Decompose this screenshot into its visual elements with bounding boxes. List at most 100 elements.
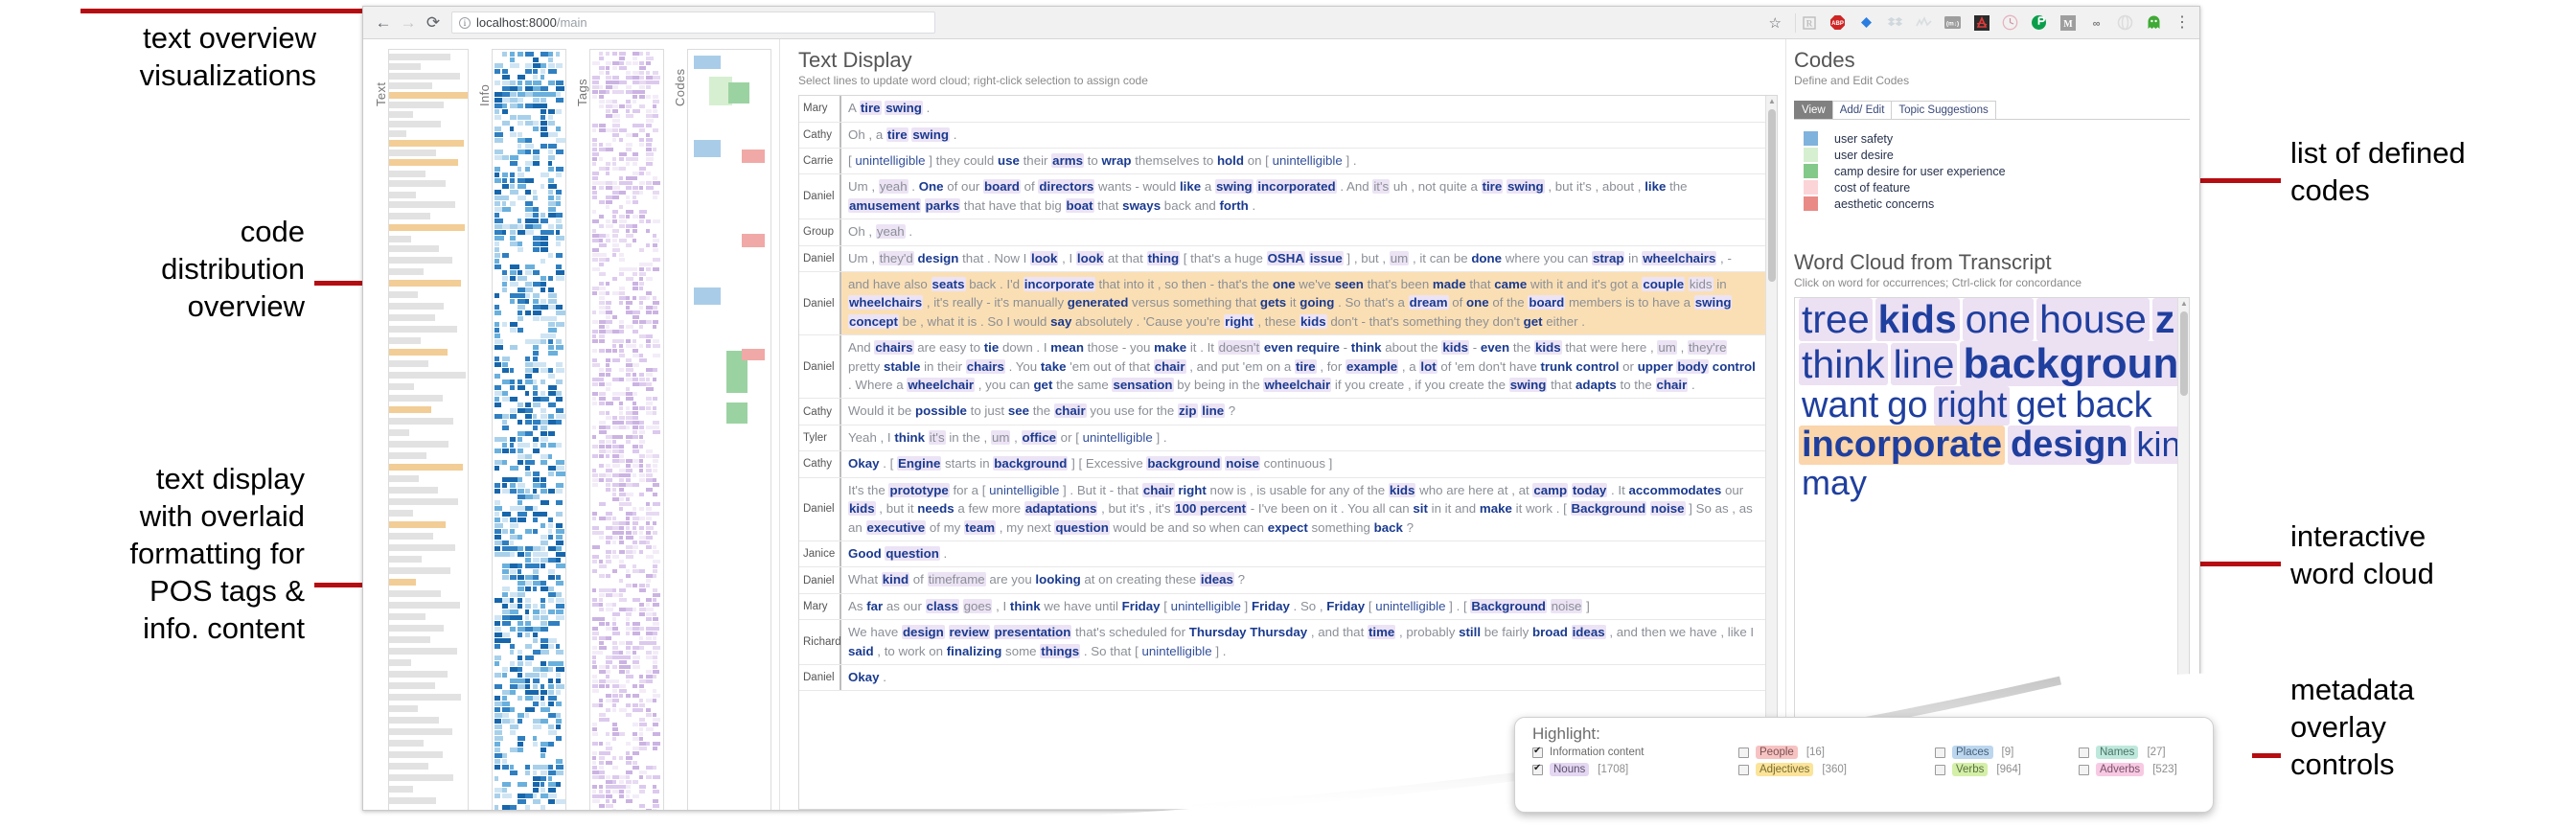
highlight-option-adjectives[interactable]: Adjectives [360] xyxy=(1738,763,1935,776)
transcript-utterance[interactable]: We have design review presentation that'… xyxy=(841,620,1765,664)
mendeley-extension-icon[interactable]: M xyxy=(2058,13,2077,32)
highlight-option-information-content[interactable]: Information content xyxy=(1532,746,1738,759)
infinity-extension-icon[interactable]: ∞ xyxy=(2087,13,2105,32)
word-cloud-word[interactable]: tree xyxy=(1799,298,1873,341)
transcript-row[interactable]: Cathy Okay . [ Engine starts in backgroun… xyxy=(799,451,1765,478)
overview-viz-text[interactable] xyxy=(388,49,469,810)
code-list-item[interactable]: aesthetic concerns xyxy=(1804,196,2190,212)
transcript-utterance[interactable]: As far as our class goes , I think we ha… xyxy=(841,594,1765,619)
transcript-row[interactable]: Carrie[ unintelligible ] they could use … xyxy=(799,149,1765,175)
highlight-option-people[interactable]: People [16] xyxy=(1738,746,1935,759)
back-icon[interactable]: ← xyxy=(371,11,396,35)
code-list-item[interactable]: cost of feature xyxy=(1804,180,2190,196)
transcript-row[interactable]: Mary As far as our class goes , I think w… xyxy=(799,593,1765,621)
word-cloud-word[interactable]: go xyxy=(1884,386,1930,426)
word-cloud-word[interactable]: house xyxy=(2036,298,2150,341)
word-cloud-word[interactable]: back xyxy=(2072,386,2154,426)
overview-column-info[interactable]: Info xyxy=(474,49,566,810)
checkbox[interactable] xyxy=(2079,764,2089,775)
highlight-option-verbs[interactable]: Verbs [964] xyxy=(1935,763,2079,776)
transcript-utterance[interactable]: A tire swing . xyxy=(841,96,1765,121)
transcript-utterance[interactable]: And chairs are easy to tie down . I mean… xyxy=(841,335,1765,398)
clock-extension-icon[interactable] xyxy=(2001,13,2019,32)
overview-column-tags[interactable]: Tags xyxy=(572,49,664,810)
highlight-options-grid[interactable]: Information contentPeople[16]Places[9]Na… xyxy=(1532,746,2199,776)
bookmark-star-icon[interactable]: ☆ xyxy=(1760,14,1791,32)
transcript-row[interactable]: Daniel Um , they'd design that . Now I lo… xyxy=(799,245,1765,273)
word-cloud-word[interactable]: incorporate xyxy=(1799,426,2006,466)
checkbox[interactable] xyxy=(1532,746,1543,758)
checkbox[interactable] xyxy=(1935,764,1945,775)
code-list-item[interactable]: user safety xyxy=(1804,131,2190,147)
transcript-utterance[interactable]: Would it be possible to just see the cha… xyxy=(841,399,1765,424)
word-cloud-word[interactable]: right xyxy=(1933,386,2011,426)
word-cloud-word[interactable]: want xyxy=(1799,386,1881,426)
transcript-utterance[interactable]: Um , they'd design that . Now I look , I… xyxy=(841,246,1765,271)
codes-tab-add-edit[interactable]: Add/ Edit xyxy=(1831,101,1893,120)
word-cloud-word[interactable]: one xyxy=(1962,298,2035,341)
transcript-row[interactable]: Daniel It's the prototype for a [ unintel… xyxy=(799,477,1765,541)
readability-extension-icon[interactable]: R xyxy=(1800,13,1818,32)
wc-scroll-thumb[interactable] xyxy=(2180,311,2188,397)
checkbox[interactable] xyxy=(1935,747,1945,758)
highlight-option-nouns[interactable]: Nouns[1708] xyxy=(1532,763,1738,776)
code-list-item[interactable]: user desire xyxy=(1804,148,2190,163)
address-bar[interactable]: i localhost:8000/main xyxy=(451,12,935,34)
highlight-overlay-panel[interactable]: Highlight: Information contentPeople[16]… xyxy=(1514,717,2214,813)
codes-tab-view[interactable]: View xyxy=(1794,101,1833,120)
transcript-row[interactable]: Cathy Would it be possible to just see th… xyxy=(799,399,1765,426)
scroll-up-arrow[interactable]: ▲ xyxy=(1768,98,1776,105)
transcript-row[interactable]: Daniel Um , yeah . One of our board of di… xyxy=(799,174,1765,220)
overview-viz-codes[interactable] xyxy=(687,49,771,810)
checkbox[interactable] xyxy=(1532,763,1543,775)
highlight-option-names[interactable]: Names [27] xyxy=(2079,746,2222,759)
transcript-utterance[interactable]: and have also seats back . I'd incorpora… xyxy=(841,272,1765,334)
transcript-utterance[interactable]: Good question . xyxy=(841,541,1765,566)
overview-viz-tags[interactable] xyxy=(589,49,664,810)
word-cloud-word[interactable]: get xyxy=(2012,386,2069,426)
browser-menu-icon[interactable]: ⋮ xyxy=(2167,14,2192,30)
markdown-extension-icon[interactable]: (m↓) xyxy=(1944,13,1962,32)
transcript-utterance[interactable]: Oh , a tire swing . xyxy=(841,123,1765,148)
analytics-extension-icon[interactable] xyxy=(1915,13,1933,32)
checkbox[interactable] xyxy=(1738,747,1749,758)
adblock-plus-extension-icon[interactable]: ABP xyxy=(1828,13,1847,32)
overview-column-text[interactable]: Text xyxy=(371,49,469,810)
evernote-extension-icon[interactable] xyxy=(1857,13,1875,32)
word-cloud-word[interactable]: line xyxy=(1890,342,1958,385)
overview-viz-info[interactable] xyxy=(492,49,566,810)
transcript-row[interactable]: Richard We have design review presentatio… xyxy=(799,620,1765,665)
checkbox[interactable] xyxy=(2079,747,2089,758)
transcript-utterance[interactable]: What kind of timeframe are you looking a… xyxy=(841,567,1765,592)
highlight-option-places[interactable]: Places [9] xyxy=(1935,746,2079,759)
transcript-row[interactable]: Mary A tire swing . xyxy=(799,96,1765,123)
highlight-option-adverbs[interactable]: Adverbs [523] xyxy=(2079,763,2222,776)
transcript-row[interactable]: Daniel And chairs are easy to tie down . … xyxy=(799,335,1765,400)
word-cloud-word[interactable]: design xyxy=(2008,426,2131,466)
transcript-row[interactable]: Janice Good question . xyxy=(799,540,1765,568)
codes-list[interactable]: user safety user desire camp desire for us… xyxy=(1794,120,2190,213)
reload-icon[interactable]: ⟳ xyxy=(421,11,446,35)
ghostery-extension-icon[interactable] xyxy=(2145,13,2163,32)
adobe-acrobat-extension-icon[interactable] xyxy=(1972,13,1990,32)
transcript-utterance[interactable]: Oh , yeah . xyxy=(841,219,1765,244)
codes-tab-topic-suggestions[interactable]: Topic Suggestions xyxy=(1891,101,1996,120)
transcript-row[interactable]: Group Oh , yeah . xyxy=(799,219,1765,246)
scroll-thumb[interactable] xyxy=(1768,109,1776,283)
forward-icon[interactable]: → xyxy=(396,11,421,35)
word-cloud-word[interactable]: kids xyxy=(1874,298,1960,341)
transcript-utterance[interactable]: It's the prototype for a [ unintelligibl… xyxy=(841,478,1765,540)
transcript-row[interactable]: Cathy Oh , a tire swing . xyxy=(799,122,1765,149)
word-cloud-word[interactable]: may xyxy=(1799,464,1870,502)
overview-column-codes[interactable]: Codes xyxy=(670,49,771,810)
checkbox[interactable] xyxy=(1738,764,1749,775)
site-info-icon[interactable]: i xyxy=(459,16,471,29)
transcript-utterance[interactable]: [ unintelligible ] they could use their … xyxy=(841,149,1765,173)
transcript-utterance[interactable]: Yeah , I think it's in the , um , office… xyxy=(841,426,1765,450)
codes-tabs[interactable]: View Add/ Edit Topic Suggestions xyxy=(1794,101,2190,121)
dropbox-extension-icon[interactable] xyxy=(1886,13,1904,32)
transcript-utterance[interactable]: Okay . [ Engine starts in background ] [… xyxy=(841,451,1765,476)
transcript-row[interactable]: Daniel and have also seats back . I'd inc… xyxy=(799,272,1765,336)
transcript-utterance[interactable]: Um , yeah . One of our board of director… xyxy=(841,174,1765,218)
transcript-row[interactable]: Tyler Yeah , I think it's in the , um , o… xyxy=(799,425,1765,452)
